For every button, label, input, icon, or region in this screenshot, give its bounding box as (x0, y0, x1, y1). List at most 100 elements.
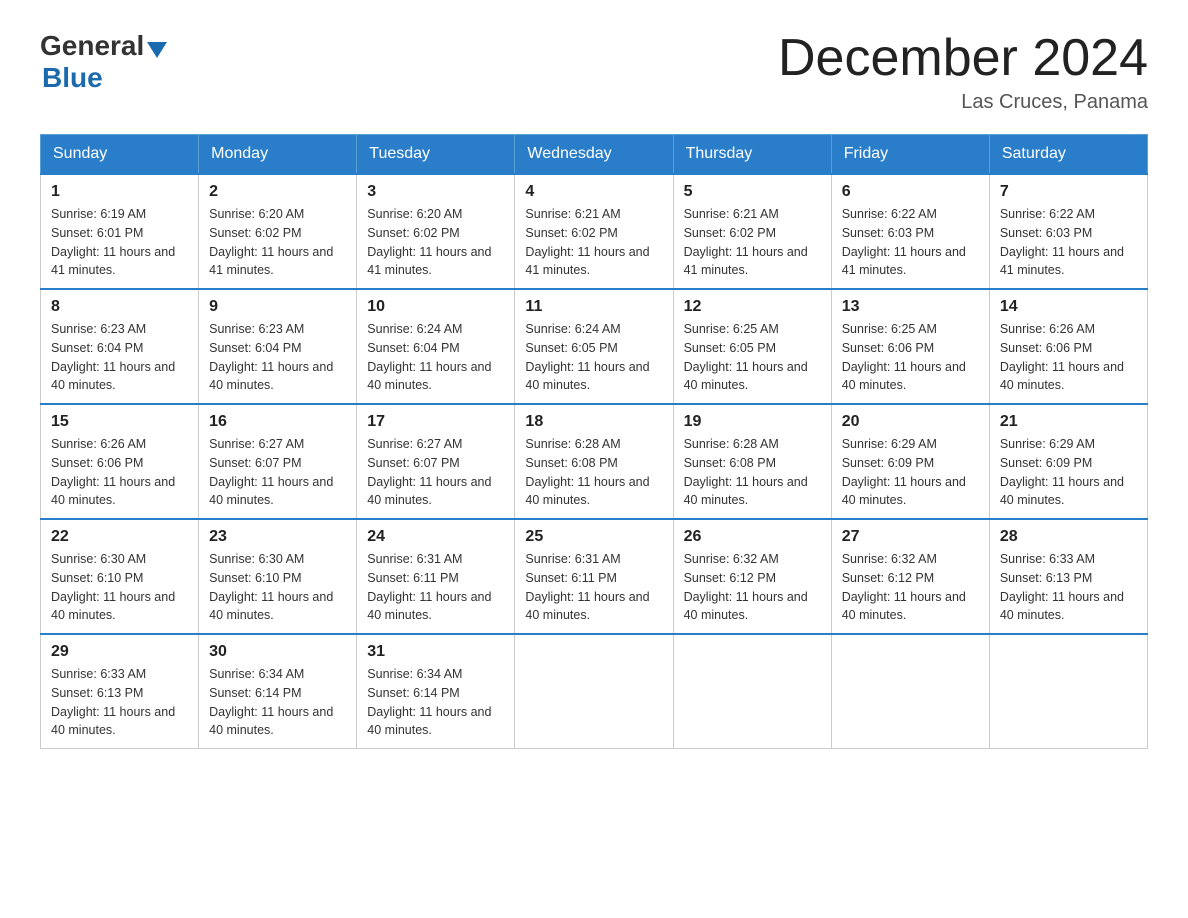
day-info: Sunrise: 6:25 AM Sunset: 6:06 PM Dayligh… (842, 320, 979, 395)
day-info: Sunrise: 6:25 AM Sunset: 6:05 PM Dayligh… (684, 320, 821, 395)
table-row: 31 Sunrise: 6:34 AM Sunset: 6:14 PM Dayl… (357, 634, 515, 749)
day-number: 5 (684, 183, 821, 201)
calendar-week-row: 8 Sunrise: 6:23 AM Sunset: 6:04 PM Dayli… (41, 289, 1148, 404)
day-number: 17 (367, 413, 504, 431)
col-friday: Friday (831, 135, 989, 175)
table-row: 27 Sunrise: 6:32 AM Sunset: 6:12 PM Dayl… (831, 519, 989, 634)
table-row (673, 634, 831, 749)
day-number: 12 (684, 298, 821, 316)
table-row (989, 634, 1147, 749)
logo-general-text: General (40, 30, 144, 62)
table-row: 13 Sunrise: 6:25 AM Sunset: 6:06 PM Dayl… (831, 289, 989, 404)
table-row: 18 Sunrise: 6:28 AM Sunset: 6:08 PM Dayl… (515, 404, 673, 519)
day-number: 24 (367, 528, 504, 546)
day-number: 22 (51, 528, 188, 546)
col-sunday: Sunday (41, 135, 199, 175)
table-row: 11 Sunrise: 6:24 AM Sunset: 6:05 PM Dayl… (515, 289, 673, 404)
day-number: 23 (209, 528, 346, 546)
page-header: General Blue December 2024 Las Cruces, P… (40, 30, 1148, 114)
table-row: 6 Sunrise: 6:22 AM Sunset: 6:03 PM Dayli… (831, 174, 989, 289)
day-number: 27 (842, 528, 979, 546)
day-number: 28 (1000, 528, 1137, 546)
day-info: Sunrise: 6:29 AM Sunset: 6:09 PM Dayligh… (842, 435, 979, 510)
day-info: Sunrise: 6:33 AM Sunset: 6:13 PM Dayligh… (1000, 550, 1137, 625)
day-number: 30 (209, 643, 346, 661)
day-info: Sunrise: 6:26 AM Sunset: 6:06 PM Dayligh… (1000, 320, 1137, 395)
day-number: 1 (51, 183, 188, 201)
day-number: 16 (209, 413, 346, 431)
day-number: 4 (525, 183, 662, 201)
day-info: Sunrise: 6:32 AM Sunset: 6:12 PM Dayligh… (842, 550, 979, 625)
col-wednesday: Wednesday (515, 135, 673, 175)
table-row: 26 Sunrise: 6:32 AM Sunset: 6:12 PM Dayl… (673, 519, 831, 634)
logo-triangle-icon (147, 42, 167, 58)
day-info: Sunrise: 6:21 AM Sunset: 6:02 PM Dayligh… (684, 205, 821, 280)
col-monday: Monday (199, 135, 357, 175)
day-info: Sunrise: 6:34 AM Sunset: 6:14 PM Dayligh… (209, 665, 346, 740)
table-row: 17 Sunrise: 6:27 AM Sunset: 6:07 PM Dayl… (357, 404, 515, 519)
day-info: Sunrise: 6:20 AM Sunset: 6:02 PM Dayligh… (209, 205, 346, 280)
day-number: 9 (209, 298, 346, 316)
day-info: Sunrise: 6:28 AM Sunset: 6:08 PM Dayligh… (525, 435, 662, 510)
day-info: Sunrise: 6:27 AM Sunset: 6:07 PM Dayligh… (209, 435, 346, 510)
day-number: 8 (51, 298, 188, 316)
table-row: 22 Sunrise: 6:30 AM Sunset: 6:10 PM Dayl… (41, 519, 199, 634)
table-row: 16 Sunrise: 6:27 AM Sunset: 6:07 PM Dayl… (199, 404, 357, 519)
table-row: 4 Sunrise: 6:21 AM Sunset: 6:02 PM Dayli… (515, 174, 673, 289)
day-info: Sunrise: 6:24 AM Sunset: 6:04 PM Dayligh… (367, 320, 504, 395)
month-title: December 2024 (778, 30, 1148, 87)
day-info: Sunrise: 6:29 AM Sunset: 6:09 PM Dayligh… (1000, 435, 1137, 510)
day-number: 10 (367, 298, 504, 316)
table-row: 14 Sunrise: 6:26 AM Sunset: 6:06 PM Dayl… (989, 289, 1147, 404)
table-row: 12 Sunrise: 6:25 AM Sunset: 6:05 PM Dayl… (673, 289, 831, 404)
table-row: 28 Sunrise: 6:33 AM Sunset: 6:13 PM Dayl… (989, 519, 1147, 634)
day-info: Sunrise: 6:34 AM Sunset: 6:14 PM Dayligh… (367, 665, 504, 740)
title-block: December 2024 Las Cruces, Panama (778, 30, 1148, 114)
table-row: 2 Sunrise: 6:20 AM Sunset: 6:02 PM Dayli… (199, 174, 357, 289)
table-row: 5 Sunrise: 6:21 AM Sunset: 6:02 PM Dayli… (673, 174, 831, 289)
day-info: Sunrise: 6:22 AM Sunset: 6:03 PM Dayligh… (842, 205, 979, 280)
day-info: Sunrise: 6:20 AM Sunset: 6:02 PM Dayligh… (367, 205, 504, 280)
day-number: 26 (684, 528, 821, 546)
calendar-week-row: 22 Sunrise: 6:30 AM Sunset: 6:10 PM Dayl… (41, 519, 1148, 634)
day-number: 14 (1000, 298, 1137, 316)
day-info: Sunrise: 6:22 AM Sunset: 6:03 PM Dayligh… (1000, 205, 1137, 280)
day-number: 13 (842, 298, 979, 316)
day-number: 19 (684, 413, 821, 431)
table-row (515, 634, 673, 749)
day-info: Sunrise: 6:21 AM Sunset: 6:02 PM Dayligh… (525, 205, 662, 280)
table-row: 21 Sunrise: 6:29 AM Sunset: 6:09 PM Dayl… (989, 404, 1147, 519)
day-info: Sunrise: 6:30 AM Sunset: 6:10 PM Dayligh… (209, 550, 346, 625)
col-thursday: Thursday (673, 135, 831, 175)
day-number: 7 (1000, 183, 1137, 201)
table-row: 24 Sunrise: 6:31 AM Sunset: 6:11 PM Dayl… (357, 519, 515, 634)
day-number: 2 (209, 183, 346, 201)
day-info: Sunrise: 6:23 AM Sunset: 6:04 PM Dayligh… (51, 320, 188, 395)
table-row: 15 Sunrise: 6:26 AM Sunset: 6:06 PM Dayl… (41, 404, 199, 519)
logo-blue-text: Blue (42, 62, 103, 93)
table-row: 25 Sunrise: 6:31 AM Sunset: 6:11 PM Dayl… (515, 519, 673, 634)
day-info: Sunrise: 6:27 AM Sunset: 6:07 PM Dayligh… (367, 435, 504, 510)
calendar-week-row: 1 Sunrise: 6:19 AM Sunset: 6:01 PM Dayli… (41, 174, 1148, 289)
day-info: Sunrise: 6:23 AM Sunset: 6:04 PM Dayligh… (209, 320, 346, 395)
table-row: 8 Sunrise: 6:23 AM Sunset: 6:04 PM Dayli… (41, 289, 199, 404)
day-info: Sunrise: 6:31 AM Sunset: 6:11 PM Dayligh… (367, 550, 504, 625)
calendar-header-row: Sunday Monday Tuesday Wednesday Thursday… (41, 135, 1148, 175)
day-number: 29 (51, 643, 188, 661)
table-row: 7 Sunrise: 6:22 AM Sunset: 6:03 PM Dayli… (989, 174, 1147, 289)
day-number: 31 (367, 643, 504, 661)
day-number: 15 (51, 413, 188, 431)
day-info: Sunrise: 6:30 AM Sunset: 6:10 PM Dayligh… (51, 550, 188, 625)
day-info: Sunrise: 6:28 AM Sunset: 6:08 PM Dayligh… (684, 435, 821, 510)
calendar-table: Sunday Monday Tuesday Wednesday Thursday… (40, 134, 1148, 749)
table-row: 19 Sunrise: 6:28 AM Sunset: 6:08 PM Dayl… (673, 404, 831, 519)
table-row: 9 Sunrise: 6:23 AM Sunset: 6:04 PM Dayli… (199, 289, 357, 404)
table-row: 10 Sunrise: 6:24 AM Sunset: 6:04 PM Dayl… (357, 289, 515, 404)
day-info: Sunrise: 6:24 AM Sunset: 6:05 PM Dayligh… (525, 320, 662, 395)
day-info: Sunrise: 6:33 AM Sunset: 6:13 PM Dayligh… (51, 665, 188, 740)
table-row: 30 Sunrise: 6:34 AM Sunset: 6:14 PM Dayl… (199, 634, 357, 749)
day-number: 11 (525, 298, 662, 316)
table-row: 29 Sunrise: 6:33 AM Sunset: 6:13 PM Dayl… (41, 634, 199, 749)
location-label: Las Cruces, Panama (778, 91, 1148, 114)
day-number: 25 (525, 528, 662, 546)
